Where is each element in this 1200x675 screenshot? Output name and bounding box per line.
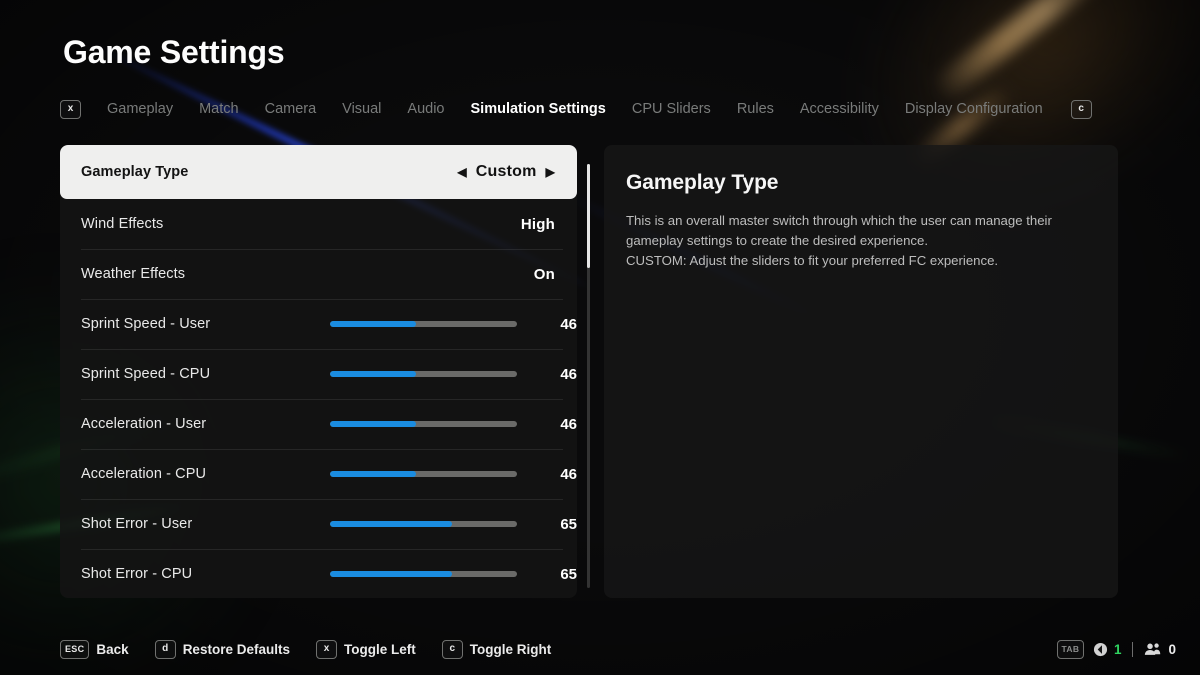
tab-camera[interactable]: Camera [265,101,317,117]
setting-row-gameplay-type[interactable]: Gameplay Type ◀ Custom ▶ [60,145,577,199]
footer-status-bar: TAB 1 0 [1057,637,1176,661]
slider-fill [330,371,416,377]
slider-track[interactable] [330,371,517,377]
hint-toggle-left[interactable]: x Toggle Left [316,640,416,659]
tab-right-key-badge[interactable]: c [1071,100,1092,119]
c-key-badge: c [442,640,463,659]
tab-display-configuration[interactable]: Display Configuration [905,101,1043,117]
chevron-left-icon[interactable]: ◀ [457,166,466,178]
d-key-badge: d [155,640,176,659]
setting-row-acceleration-cpu[interactable]: Acceleration - CPU 46 [60,449,577,499]
hint-label: Toggle Left [344,642,416,657]
setting-slider[interactable] [330,321,517,327]
hint-label: Restore Defaults [183,642,290,657]
hint-toggle-right[interactable]: c Toggle Right [442,640,551,659]
setting-label: Gameplay Type [81,164,188,180]
setting-row-sprint-speed-cpu[interactable]: Sprint Speed - CPU 46 [60,349,577,399]
setting-row-shot-error-cpu[interactable]: Shot Error - CPU 65 [60,549,577,598]
scrollbar-thumb[interactable] [587,164,590,268]
setting-row-wind-effects[interactable]: Wind Effects High [60,199,577,249]
setting-label: Acceleration - User [81,416,206,432]
tab-left-key-badge[interactable]: x [60,100,81,119]
slider-track[interactable] [330,321,517,327]
setting-slider[interactable] [330,571,517,577]
settings-scrollbar[interactable] [587,164,590,588]
orange-streak [929,0,1110,104]
slider-fill [330,521,452,527]
game-settings-screen: Game Settings x Gameplay Match Camera Vi… [0,0,1200,675]
setting-slider[interactable] [330,521,517,527]
slider-track[interactable] [330,421,517,427]
setting-label: Shot Error - User [81,516,192,532]
tab-cpu-sliders[interactable]: CPU Sliders [632,101,711,117]
party-count: 0 [1168,642,1176,657]
volume-count: 1 [1114,642,1122,657]
slider-track[interactable] [330,471,517,477]
setting-label: Wind Effects [81,216,163,232]
setting-slider[interactable] [330,371,517,377]
setting-slider[interactable] [330,471,517,477]
x-key-badge: x [316,640,337,659]
status-divider [1132,642,1133,657]
setting-value-text: On [534,266,555,283]
page-title: Game Settings [63,34,284,71]
speaker-icon [1093,642,1108,657]
setting-label: Shot Error - CPU [81,566,192,582]
setting-value-text: High [521,216,555,233]
slider-value: 65 [537,566,577,583]
slider-value: 46 [537,366,577,383]
description-title: Gameplay Type [626,171,1094,195]
hint-label: Back [96,642,128,657]
setting-label: Weather Effects [81,266,185,282]
esc-key-badge: ESC [60,640,89,659]
setting-value-stepper[interactable]: ◀ Custom ▶ [457,163,555,181]
settings-rows: Gameplay Type ◀ Custom ▶ Wind Effects Hi… [60,145,577,598]
tab-accessibility[interactable]: Accessibility [800,101,879,117]
setting-label: Sprint Speed - User [81,316,210,332]
slider-value: 65 [537,516,577,533]
setting-slider[interactable] [330,421,517,427]
slider-fill [330,321,416,327]
setting-row-shot-error-user[interactable]: Shot Error - User 65 [60,499,577,549]
description-body: This is an overall master switch through… [626,211,1094,271]
setting-label: Sprint Speed - CPU [81,366,210,382]
footer-hint-bar: ESC Back d Restore Defaults x Toggle Lef… [60,637,551,661]
chevron-right-icon[interactable]: ▶ [546,166,555,178]
tab-bar: x Gameplay Match Camera Visual Audio Sim… [60,96,1092,122]
setting-row-acceleration-user[interactable]: Acceleration - User 46 [60,399,577,449]
tab-audio[interactable]: Audio [407,101,444,117]
tab-match[interactable]: Match [199,101,239,117]
setting-label: Acceleration - CPU [81,466,206,482]
slider-fill [330,421,416,427]
slider-track[interactable] [330,521,517,527]
slider-fill [330,471,416,477]
tab-key-badge[interactable]: TAB [1057,640,1084,659]
setting-row-sprint-speed-user[interactable]: Sprint Speed - User 46 [60,299,577,349]
description-line-1: This is an overall master switch through… [626,211,1094,251]
tab-gameplay[interactable]: Gameplay [107,101,173,117]
description-line-2: CUSTOM: Adjust the sliders to fit your p… [626,251,1094,271]
hint-back[interactable]: ESC Back [60,640,129,659]
slider-value: 46 [537,316,577,333]
volume-status[interactable]: 1 [1093,642,1122,657]
tab-visual[interactable]: Visual [342,101,381,117]
tab-rules[interactable]: Rules [737,101,774,117]
hint-label: Toggle Right [470,642,551,657]
settings-list-panel: Gameplay Type ◀ Custom ▶ Wind Effects Hi… [60,145,577,598]
party-status[interactable]: 0 [1144,642,1176,657]
slider-fill [330,571,452,577]
tab-simulation-settings[interactable]: Simulation Settings [471,101,606,117]
slider-value: 46 [537,466,577,483]
people-icon [1144,642,1161,656]
setting-row-weather-effects[interactable]: Weather Effects On [60,249,577,299]
slider-track[interactable] [330,571,517,577]
setting-value-text: Custom [476,163,537,181]
description-panel: Gameplay Type This is an overall master … [604,145,1118,598]
slider-value: 46 [537,416,577,433]
hint-restore-defaults[interactable]: d Restore Defaults [155,640,290,659]
